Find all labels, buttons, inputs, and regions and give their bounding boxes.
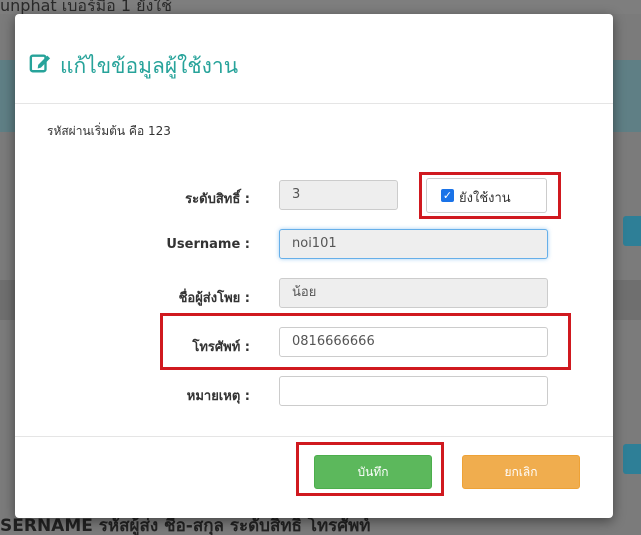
sender-name-field[interactable]: น้อย xyxy=(279,278,548,308)
default-password-hint: รหัสผ่านเริ่มต้น คือ 123 xyxy=(47,124,171,138)
username-label: Username : xyxy=(166,237,250,252)
highlight-save-button xyxy=(296,442,444,496)
highlight-phone-row xyxy=(160,313,571,370)
modal-footer-divider xyxy=(15,436,613,437)
modal-header: แก้ไขข้อมูลผู้ใช้งาน xyxy=(15,14,613,104)
note-field[interactable] xyxy=(279,376,548,406)
modal-title: แก้ไขข้อมูลผู้ใช้งาน xyxy=(60,54,239,78)
level-label: ระดับสิทธิ์ : xyxy=(185,192,250,207)
bg-button xyxy=(623,444,641,474)
cancel-button[interactable]: ยกเลิก xyxy=(462,455,580,489)
bg-button xyxy=(623,216,641,246)
username-field[interactable]: noi101 xyxy=(279,229,548,259)
highlight-active-toggle xyxy=(419,172,561,219)
sender-name-label: ชื่อผู้ส่งโพย : xyxy=(178,291,250,306)
level-field[interactable]: 3 xyxy=(279,180,398,210)
edit-icon xyxy=(29,54,51,73)
note-label: หมายเหตุ : xyxy=(186,389,250,404)
